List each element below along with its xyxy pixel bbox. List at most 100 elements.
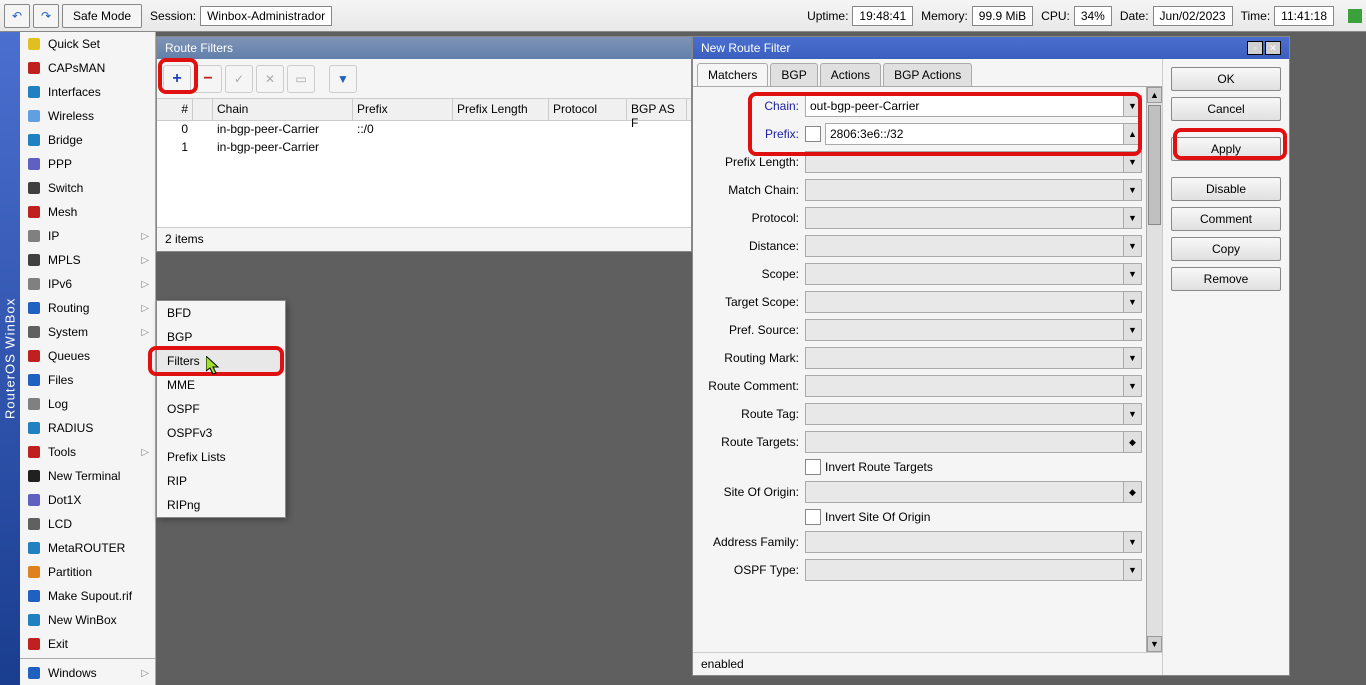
dropdown-toggle[interactable]: ▼	[1124, 347, 1142, 369]
submenu-item-ospf[interactable]: OSPF	[157, 397, 285, 421]
submenu-item-mme[interactable]: MME	[157, 373, 285, 397]
input-field[interactable]	[805, 319, 1124, 341]
input-field[interactable]: out-bgp-peer-Carrier	[805, 95, 1124, 117]
dropdown-toggle[interactable]: ▼	[1124, 375, 1142, 397]
submenu-item-ripng[interactable]: RIPng	[157, 493, 285, 517]
input-field[interactable]	[805, 375, 1124, 397]
cancel-button[interactable]: Cancel	[1171, 97, 1281, 121]
table-row[interactable]: 0in-bgp-peer-Carrier::/0	[157, 121, 691, 139]
sidebar-item-system[interactable]: System▷	[20, 320, 155, 344]
redo-button[interactable]: ↷	[33, 4, 59, 28]
column-header[interactable]: Prefix	[353, 99, 453, 120]
sidebar-item-lcd[interactable]: LCD	[20, 512, 155, 536]
nrf-titlebar[interactable]: New Route Filter ▫ ✕	[693, 37, 1289, 59]
remove-button[interactable]: −	[194, 65, 222, 93]
dropdown-toggle[interactable]: ▼	[1124, 403, 1142, 425]
sidebar-item-mpls[interactable]: MPLS▷	[20, 248, 155, 272]
input-field[interactable]	[805, 263, 1124, 285]
table-row[interactable]: 1in-bgp-peer-Carrier	[157, 139, 691, 157]
submenu-item-bgp[interactable]: BGP	[157, 325, 285, 349]
column-header[interactable]: Protocol	[549, 99, 627, 120]
scroll-down-button[interactable]: ▼	[1147, 636, 1162, 652]
sidebar-item-metarouter[interactable]: MetaROUTER	[20, 536, 155, 560]
input-field[interactable]	[805, 291, 1124, 313]
disable-button[interactable]: ✕	[256, 65, 284, 93]
dropdown-toggle[interactable]: ▼	[1124, 319, 1142, 341]
submenu-item-prefix-lists[interactable]: Prefix Lists	[157, 445, 285, 469]
column-header[interactable]: BGP AS F	[627, 99, 687, 120]
checkbox[interactable]	[805, 509, 821, 525]
sidebar-item-interfaces[interactable]: Interfaces	[20, 80, 155, 104]
sidebar-item-wireless[interactable]: Wireless	[20, 104, 155, 128]
input-field[interactable]: 2806:3e6::/32	[825, 123, 1124, 145]
add-button[interactable]: +	[163, 65, 191, 93]
scroll-up-button[interactable]: ▲	[1147, 87, 1162, 103]
filter-button[interactable]: ▼	[329, 65, 357, 93]
input-field[interactable]	[805, 235, 1124, 257]
dropdown-toggle[interactable]: ▼	[1124, 263, 1142, 285]
sidebar-item-capsman[interactable]: CAPsMAN	[20, 56, 155, 80]
sidebar-item-quick-set[interactable]: Quick Set	[20, 32, 155, 56]
enable-button[interactable]: ✓	[225, 65, 253, 93]
tab-actions[interactable]: Actions	[820, 63, 881, 86]
input-field[interactable]	[805, 179, 1124, 201]
tab-bgp-actions[interactable]: BGP Actions	[883, 63, 972, 86]
dropdown-toggle[interactable]: ▼	[1124, 235, 1142, 257]
input-field[interactable]	[805, 481, 1124, 503]
dropdown-toggle[interactable]: ▼	[1124, 531, 1142, 553]
input-field[interactable]	[805, 151, 1124, 173]
sidebar-item-switch[interactable]: Switch	[20, 176, 155, 200]
column-header[interactable]: Prefix Length	[453, 99, 549, 120]
sidebar-item-windows[interactable]: Windows▷	[20, 661, 155, 685]
dropdown-toggle[interactable]: ▼	[1124, 291, 1142, 313]
scrollbar[interactable]: ▲ ▼	[1146, 87, 1162, 652]
disable-button[interactable]: Disable	[1171, 177, 1281, 201]
sidebar-item-ppp[interactable]: PPP	[20, 152, 155, 176]
tab-bgp[interactable]: BGP	[770, 63, 817, 86]
submenu-item-bfd[interactable]: BFD	[157, 301, 285, 325]
input-field[interactable]	[805, 347, 1124, 369]
sidebar-item-ipv6[interactable]: IPv6▷	[20, 272, 155, 296]
apply-button[interactable]: Apply	[1171, 137, 1281, 161]
sidebar-item-queues[interactable]: Queues	[20, 344, 155, 368]
undo-button[interactable]: ↶	[4, 4, 30, 28]
safe-mode-button[interactable]: Safe Mode	[62, 4, 142, 28]
dropdown-toggle[interactable]: ▲	[1124, 123, 1142, 145]
remove-button[interactable]: Remove	[1171, 267, 1281, 291]
column-header[interactable]: Chain	[213, 99, 353, 120]
sidebar-item-radius[interactable]: RADIUS	[20, 416, 155, 440]
sidebar-item-exit[interactable]: Exit	[20, 632, 155, 656]
sidebar-item-files[interactable]: Files	[20, 368, 155, 392]
minimize-button[interactable]: ▫	[1247, 41, 1263, 55]
dropdown-toggle[interactable]: ▼	[1124, 207, 1142, 229]
sidebar-item-new-winbox[interactable]: New WinBox	[20, 608, 155, 632]
comment-button[interactable]: Comment	[1171, 207, 1281, 231]
sidebar-item-routing[interactable]: Routing▷	[20, 296, 155, 320]
checkbox[interactable]	[805, 126, 821, 142]
copy-button[interactable]: Copy	[1171, 237, 1281, 261]
sidebar-item-partition[interactable]: Partition	[20, 560, 155, 584]
input-field[interactable]	[805, 431, 1124, 453]
dropdown-toggle[interactable]: ▼	[1124, 95, 1142, 117]
close-button[interactable]: ✕	[1265, 41, 1281, 55]
dropdown-toggle[interactable]: ▼	[1124, 151, 1142, 173]
input-field[interactable]	[805, 531, 1124, 553]
input-field[interactable]	[805, 207, 1124, 229]
ok-button[interactable]: OK	[1171, 67, 1281, 91]
sidebar-item-new-terminal[interactable]: New Terminal	[20, 464, 155, 488]
sidebar-item-bridge[interactable]: Bridge	[20, 128, 155, 152]
dropdown-toggle[interactable]: ◆	[1124, 431, 1142, 453]
dropdown-toggle[interactable]: ▼	[1124, 559, 1142, 581]
input-field[interactable]	[805, 559, 1124, 581]
sidebar-item-log[interactable]: Log	[20, 392, 155, 416]
column-header[interactable]: #	[157, 99, 193, 120]
comment-button[interactable]: ▭	[287, 65, 315, 93]
sidebar-item-ip[interactable]: IP▷	[20, 224, 155, 248]
dropdown-toggle[interactable]: ▼	[1124, 179, 1142, 201]
sidebar-item-dot1x[interactable]: Dot1X	[20, 488, 155, 512]
dropdown-toggle[interactable]: ◆	[1124, 481, 1142, 503]
sidebar-item-tools[interactable]: Tools▷	[20, 440, 155, 464]
checkbox[interactable]	[805, 459, 821, 475]
scroll-thumb[interactable]	[1148, 105, 1161, 225]
sidebar-item-mesh[interactable]: Mesh	[20, 200, 155, 224]
